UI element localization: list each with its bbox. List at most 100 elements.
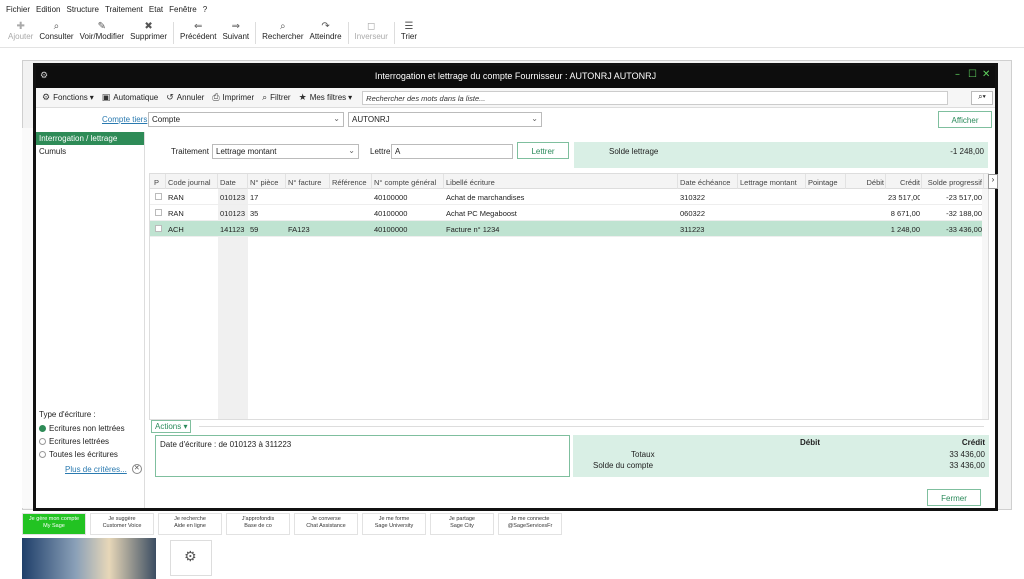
table-row[interactable]: RAN 010123 35 40100000 Achat PC Megaboost 060… [150,205,988,221]
filtrer-button[interactable]: ⌕ Filtrer [262,93,291,103]
search-icon: ⌕ [53,21,60,32]
row-checkbox[interactable] [155,193,162,200]
dialog-titlebar: ⚙ Interrogation et lettrage du compte Fo… [36,66,995,88]
clear-icon[interactable]: ✕ [131,464,142,474]
help-tile[interactable]: Je partage Sage City [430,513,494,535]
minimize-icon[interactable]: – [955,69,960,80]
help-tile[interactable]: Je gère mon compte My Sage [22,513,86,535]
table-cell-solde: -33 436,00 [946,225,982,234]
column-header[interactable]: Référence [330,174,372,189]
mes-filtres-menu[interactable]: ★ Mes filtres ▾ [299,93,353,103]
automatique-button[interactable]: ▣ Automatique [102,93,158,103]
table-cell-compte: 40100000 [374,225,408,234]
nav-item-cumuls[interactable]: Cumuls [36,145,144,158]
help-tile-subtitle: My Sage [43,523,65,529]
row-checkbox[interactable] [155,209,162,216]
column-header[interactable]: Solde progressif [922,174,984,189]
row-checkbox[interactable] [155,225,162,232]
imprimer-button[interactable]: ⎙ Imprimer [212,93,254,103]
table-cell-piece: 59 [250,225,259,234]
table-row[interactable]: ACH 141123 59 FA123 40100000 Facture n° 1234 3… [150,221,988,237]
help-tile[interactable]: Je converse Chat Assistance [294,513,358,535]
monitor-gear-icon: ⚙ [184,549,197,565]
find-icon: ⌕ [280,21,286,32]
list-search-input[interactable]: Rechercher des mots dans la liste... [362,90,949,105]
radio-toutes[interactable]: Toutes les écritures [39,448,143,461]
delete-icon: ✖ [144,21,153,32]
table-cell-compte: 40100000 [374,193,408,202]
maximize-icon[interactable]: ☐ [968,69,977,80]
dialog-toolbar: ⚙ Fonctions ▾ ▣ Automatique ↺ Annuler ⎙ Impri… [36,88,995,108]
column-header[interactable]: Lettrage montant [738,174,806,189]
actions-menu[interactable]: Actions ▾ [151,420,192,433]
promo-photo[interactable] [22,538,156,579]
menu-item[interactable]: Structure [66,5,98,14]
search-button[interactable]: ⌕▾ [971,91,993,105]
fonctions-menu[interactable]: ⚙ Fonctions ▾ [42,93,94,103]
column-header[interactable]: N° facture [286,174,330,189]
column-header[interactable]: Crédit [886,174,922,189]
interrogation-dialog: ⚙ Interrogation et lettrage du compte Fo… [33,63,998,511]
radio-non-lettrees[interactable]: Ecritures non lettrées [39,422,143,435]
toolbar-button-label: Inverseur [354,32,388,41]
toolbar-button[interactable]: ⇒ Suivant [222,18,249,41]
close-icon[interactable]: ✕ [982,69,990,80]
compte-tiers-link[interactable]: Compte tiers [102,115,147,124]
toolbar-button[interactable]: ✚ Ajouter [8,18,33,41]
column-header[interactable]: Date [218,174,248,189]
help-tile-subtitle: Base de co [244,523,272,529]
lettre-input[interactable]: A [391,144,513,159]
help-tile-title: Je partage [449,516,475,522]
column-header-label: Référence [332,178,367,187]
column-header[interactable]: N° compte général [372,174,444,189]
menu-item[interactable]: Traitement [105,5,143,14]
radio-lettrees[interactable]: Ecritures lettrées [39,435,143,448]
column-header[interactable]: Code journal [166,174,218,189]
scroll-right-icon[interactable]: › [988,174,998,189]
table-row[interactable]: RAN 010123 17 40100000 Achat de marchandises… [150,189,988,205]
menu-item[interactable]: ? [203,5,207,14]
compte-type-select[interactable]: Compte ⌄ [148,112,344,127]
printer-icon: ⎙ [212,92,220,103]
next-icon: ⇒ [231,21,240,32]
traitement-select[interactable]: Lettrage montant ⌄ [212,144,359,159]
help-tile[interactable]: Je suggère Customer Voice [90,513,154,535]
menu-item[interactable]: Etat [149,5,163,14]
toolbar-button[interactable]: ✖ Supprimer [130,18,167,41]
toolbar-button[interactable]: ⇐ Précédent [180,18,216,41]
column-header[interactable]: P [152,174,166,189]
menu-bar: Fichier Edition Structure Traitement Etat Fen… [0,0,1024,18]
lettrer-button[interactable]: Lettrer [517,142,569,159]
nav-item-interrogation[interactable]: Interrogation / lettrage [36,132,144,145]
toolbar-button[interactable]: ⌕ Consulter [39,18,73,41]
column-header[interactable]: Libellé écriture [444,174,678,189]
column-header[interactable]: Débit [846,174,886,189]
horizontal-scrollbar[interactable] [199,426,984,427]
menu-item[interactable]: Fichier [6,5,30,14]
help-tile[interactable]: J'approfondis Base de co [226,513,290,535]
solde-lettrage-panel: Solde lettrage -1 248,00 [574,142,988,168]
toolbar-button[interactable]: ↷ Atteindre [310,18,342,41]
toolbar-button-label: Voir/Modifier [79,32,125,41]
help-tile[interactable]: Je recherche Aide en ligne [158,513,222,535]
monitor-tile[interactable]: ⚙ [170,540,212,576]
menu-item[interactable]: Edition [36,5,60,14]
vertical-scrollbar[interactable] [982,189,988,419]
column-header[interactable]: Date échéance [678,174,738,189]
plus-criteres-link[interactable]: Plus de critères... [65,465,127,474]
toolbar-button[interactable]: ⌕ Rechercher [262,18,303,41]
compte-value-select[interactable]: AUTONRJ ⌄ [348,112,542,127]
column-header[interactable]: Pointage [806,174,846,189]
toolbar-button[interactable]: ✎ Voir/Modifier [80,18,124,41]
afficher-button[interactable]: Afficher [938,111,992,128]
column-header-label: Débit [866,178,884,187]
toolbar-button[interactable]: ☰ Trier [401,18,417,41]
toolbar-button[interactable]: ◻ Inverseur [355,18,388,41]
help-tile[interactable]: Je me connecte @SageServicesFr [498,513,562,535]
column-header[interactable]: N° pièce [248,174,286,189]
totals-panel: Débit Crédit Totaux 33 436,00 Solde du c… [573,435,989,477]
help-tile[interactable]: Je me forme Sage University [362,513,426,535]
annuler-button[interactable]: ↺ Annuler [166,93,204,103]
menu-item[interactable]: Fenêtre [169,5,197,14]
fermer-button[interactable]: Fermer [927,489,981,506]
